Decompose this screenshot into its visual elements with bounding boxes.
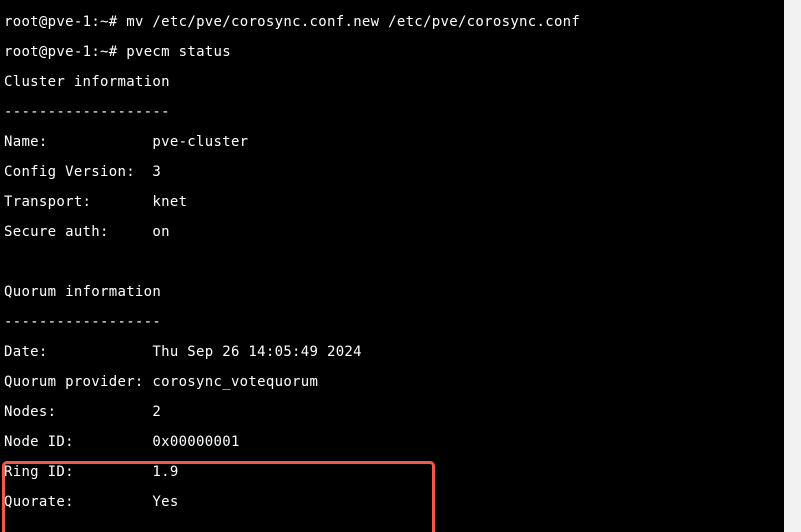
kv-value: on — [152, 224, 169, 240]
blank-line — [4, 525, 780, 532]
kv-value: Thu Sep 26 14:05:49 2024 — [152, 344, 362, 360]
kv-value: Yes — [152, 494, 178, 510]
kv-label: Quorate: — [4, 494, 152, 510]
prompt-host: pve-1 — [48, 14, 92, 30]
terminal-content[interactable]: root@pve-1:~# mv /etc/pve/corosync.conf.… — [0, 0, 784, 532]
prompt-sym: # — [109, 44, 118, 60]
kv-line: Quorate: Yes — [4, 495, 780, 510]
section-title-quorum: Quorum information — [4, 285, 780, 300]
kv-label: Transport: — [4, 194, 152, 210]
kv-line: Quorum provider: corosync_votequorum — [4, 375, 780, 390]
kv-label: Config Version: — [4, 164, 152, 180]
section-title-cluster: Cluster information — [4, 75, 780, 90]
kv-line: Date: Thu Sep 26 14:05:49 2024 — [4, 345, 780, 360]
prompt-cmd: pvecm status — [126, 44, 231, 60]
kv-value: 0x00000001 — [152, 434, 239, 450]
prompt-host: pve-1 — [48, 44, 92, 60]
prompt-sym: # — [109, 14, 118, 30]
section-sep: ------------------- — [4, 105, 780, 120]
prompt-cmd: mv /etc/pve/corosync.conf.new /etc/pve/c… — [126, 14, 580, 30]
kv-value: pve-cluster — [152, 134, 248, 150]
section-sep: ------------------ — [4, 315, 780, 330]
prompt-line-1: root@pve-1:~# mv /etc/pve/corosync.conf.… — [4, 15, 780, 30]
kv-label: Ring ID: — [4, 464, 152, 480]
kv-value: 1.9 — [152, 464, 178, 480]
prompt-cwd: ~ — [100, 44, 109, 60]
prompt-cwd: ~ — [100, 14, 109, 30]
kv-line: Config Version: 3 — [4, 165, 780, 180]
blank-line — [4, 255, 780, 270]
kv-line: Node ID: 0x00000001 — [4, 435, 780, 450]
terminal-window: root@pve-1:~# mv /etc/pve/corosync.conf.… — [0, 0, 801, 532]
kv-line: Ring ID: 1.9 — [4, 465, 780, 480]
kv-value: knet — [152, 194, 187, 210]
kv-line: Name: pve-cluster — [4, 135, 780, 150]
kv-line: Secure auth: on — [4, 225, 780, 240]
kv-value: 3 — [152, 164, 161, 180]
scrollbar-thumb[interactable] — [786, 0, 799, 220]
kv-label: Node ID: — [4, 434, 152, 450]
kv-value: 2 — [152, 404, 161, 420]
kv-label: Name: — [4, 134, 152, 150]
kv-label: Secure auth: — [4, 224, 152, 240]
kv-label: Date: — [4, 344, 152, 360]
prompt-user: root — [4, 44, 39, 60]
kv-line: Transport: knet — [4, 195, 780, 210]
kv-label: Quorum provider: — [4, 374, 152, 390]
kv-label: Nodes: — [4, 404, 152, 420]
prompt-user: root — [4, 14, 39, 30]
prompt-line-2: root@pve-1:~# pvecm status — [4, 45, 780, 60]
kv-line: Nodes: 2 — [4, 405, 780, 420]
kv-value: corosync_votequorum — [152, 374, 318, 390]
